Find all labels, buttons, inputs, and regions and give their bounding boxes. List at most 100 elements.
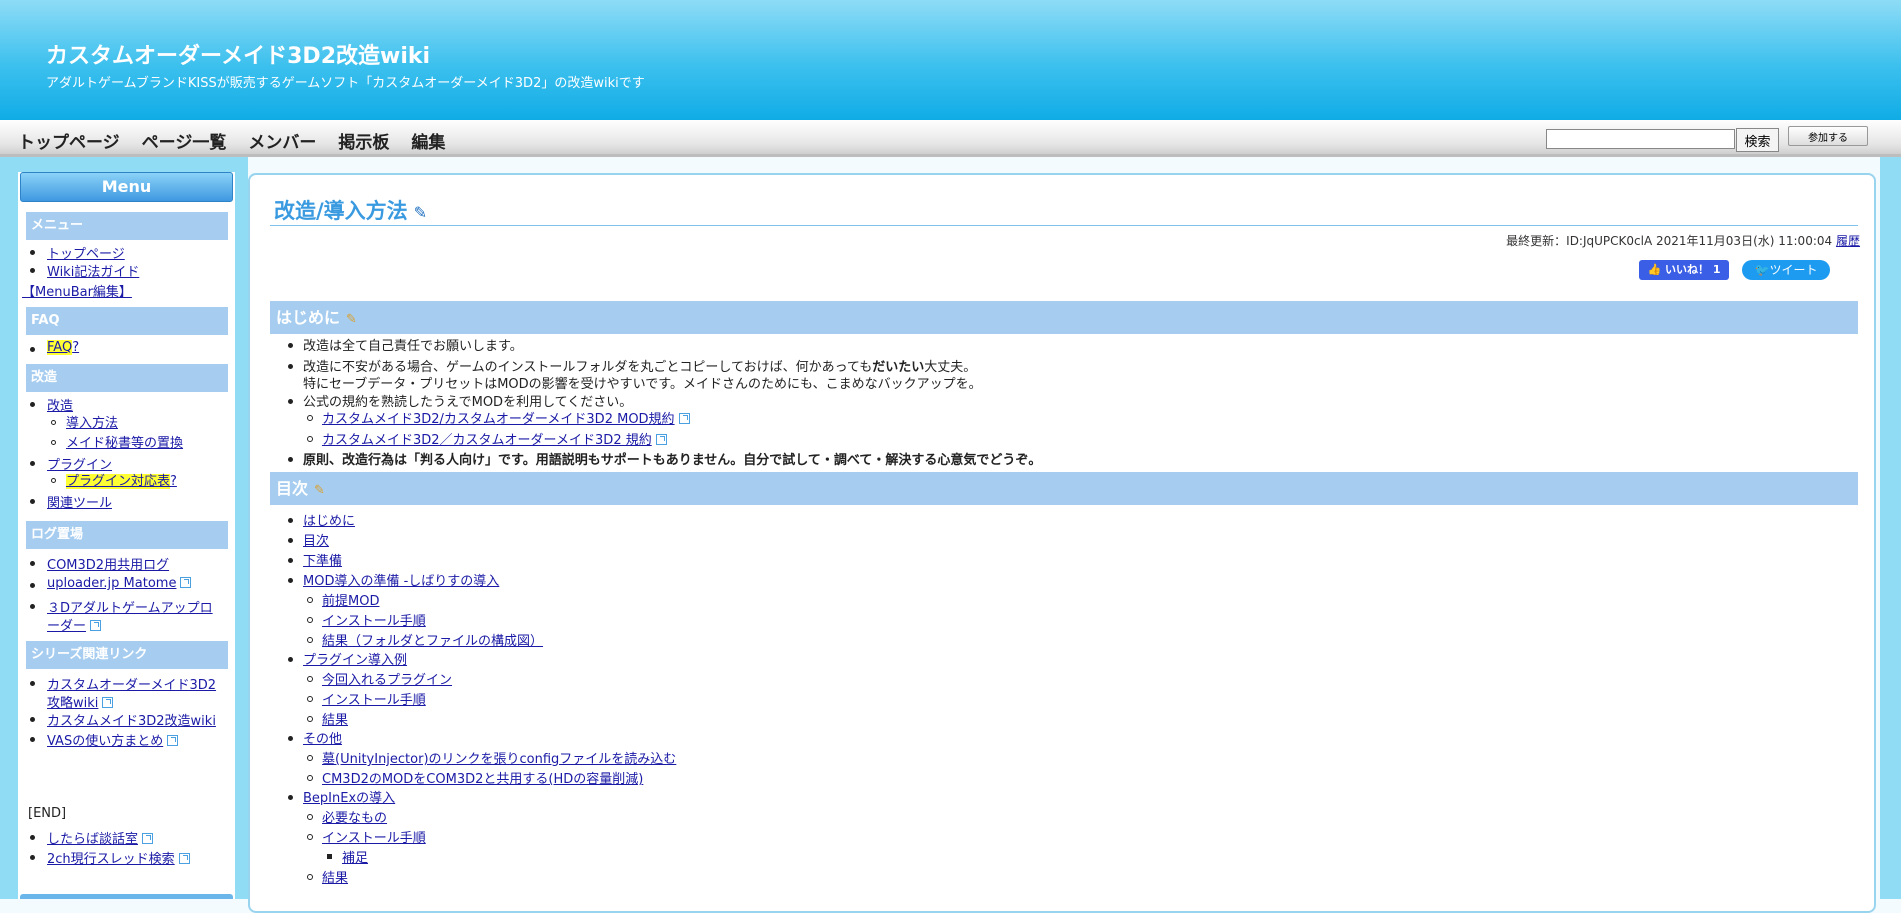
sidebar-link-com3d2-guide[interactable]: カスタムオーダーメイド3D2 bbox=[47, 674, 216, 693]
site-description: アダルトゲームブランドKISSが販売するゲームソフト「カスタムオーダーメイド3D… bbox=[46, 76, 645, 91]
circle-bullet bbox=[307, 696, 313, 702]
sidebar-link-plugin-table[interactable]: プラグイン対応表? bbox=[66, 470, 177, 489]
circle-bullet bbox=[307, 834, 313, 840]
square-bullet bbox=[327, 854, 332, 859]
sidebar-link-2ch-search[interactable]: 2ch現行スレッド検索 bbox=[47, 848, 190, 867]
external-link-icon bbox=[102, 697, 114, 708]
sidebar-heading-mod: 改造 bbox=[26, 364, 228, 392]
bullet bbox=[288, 538, 293, 543]
bird-icon: 🐦 bbox=[1754, 263, 1770, 277]
intro-line-1: 改造は全て自己責任でお願いします。 bbox=[303, 339, 523, 354]
link-mod-terms[interactable]: カスタムメイド3D2/カスタムオーダーメイド3D2 MOD規約 bbox=[322, 408, 690, 427]
edit-pencil-icon[interactable]: ✎ bbox=[346, 303, 357, 336]
bullet bbox=[288, 657, 293, 662]
search-button[interactable]: 検索 bbox=[1736, 128, 1779, 152]
toc-item[interactable]: 目次 bbox=[303, 530, 329, 549]
nav-page-list[interactable]: ページ一覧 bbox=[142, 128, 227, 153]
toc-subsubitem[interactable]: 補足 bbox=[342, 847, 368, 866]
facebook-like-button[interactable]: 👍 いいね！ 1 bbox=[1639, 260, 1729, 280]
bullet bbox=[288, 795, 293, 800]
search-input[interactable] bbox=[1546, 129, 1735, 149]
sidebar-link-faq[interactable]: FAQ? bbox=[47, 340, 79, 355]
sidebar-link-wiki-guide[interactable]: Wiki記法ガイド bbox=[47, 261, 139, 280]
sidebar-link-uploader-matome[interactable]: uploader.jp Matome bbox=[47, 576, 192, 591]
sidebar-link-com3d2-log[interactable]: COM3D2用共用ログ bbox=[47, 554, 169, 573]
circle-bullet bbox=[51, 420, 56, 425]
sidebar-link-tools[interactable]: 関連ツール bbox=[47, 492, 112, 511]
bullet bbox=[288, 399, 293, 404]
bullet bbox=[30, 347, 35, 352]
circle-bullet bbox=[307, 637, 313, 643]
sidebar-link-install-method[interactable]: 導入方法 bbox=[66, 412, 118, 431]
sidebar-link-top-page[interactable]: トップページ bbox=[47, 243, 125, 262]
bullet bbox=[30, 583, 35, 588]
toc-item[interactable]: その他 bbox=[303, 728, 342, 747]
join-button[interactable]: 参加する bbox=[1788, 126, 1868, 146]
toc-item[interactable]: プラグイン導入例 bbox=[303, 649, 407, 668]
sidebar-link-menubar-edit[interactable]: 【MenuBar編集】 bbox=[22, 281, 132, 300]
bullet bbox=[30, 681, 35, 686]
toc-subitem[interactable]: 必要なもの bbox=[322, 807, 387, 826]
sidebar-heading-logs: ログ置場 bbox=[26, 521, 228, 549]
bullet bbox=[288, 518, 293, 523]
circle-bullet bbox=[307, 716, 313, 722]
toc-subitem[interactable]: 結果 bbox=[322, 709, 348, 728]
toc-item[interactable]: はじめに bbox=[303, 510, 355, 529]
nav-edit[interactable]: 編集 bbox=[411, 128, 445, 153]
bullet bbox=[288, 457, 293, 462]
sidebar-heading-menu: メニュー bbox=[26, 212, 228, 240]
title-divider bbox=[270, 225, 1858, 226]
site-header: カスタムオーダーメイド3D2改造wiki アダルトゲームブランドKISSが販売す… bbox=[0, 0, 1901, 120]
nav-top-page[interactable]: トップページ bbox=[18, 128, 120, 153]
section-heading-toc: 目次 ✎ bbox=[270, 472, 1858, 505]
sidebar-link-com3d2-guide-cont[interactable]: 攻略wiki bbox=[47, 692, 114, 711]
sidebar-link-shitaraba[interactable]: したらば談話室 bbox=[47, 828, 154, 847]
bullet bbox=[30, 604, 35, 609]
tweet-button[interactable]: 🐦ツイート bbox=[1742, 260, 1830, 280]
toc-item[interactable]: BepInExの導入 bbox=[303, 787, 395, 806]
circle-bullet bbox=[51, 478, 56, 483]
history-link[interactable]: 履歴 bbox=[1836, 234, 1860, 248]
toc-subitem[interactable]: 今回入れるプラグイン bbox=[322, 669, 452, 688]
toc-subitem[interactable]: CM3D2のMODをCOM3D2と共用する(HDの容量削減) bbox=[322, 768, 643, 787]
sidebar-end-label: [END] bbox=[28, 806, 67, 821]
site-title[interactable]: カスタムオーダーメイド3D2改造wiki bbox=[46, 38, 430, 70]
external-link-icon bbox=[90, 620, 102, 631]
toc-subitem[interactable]: インストール手順 bbox=[322, 689, 426, 708]
external-link-icon bbox=[678, 413, 690, 424]
bullet bbox=[30, 461, 35, 466]
sidebar-link-3d-uploader-cont[interactable]: ーダー bbox=[47, 615, 102, 634]
toc-item[interactable]: MOD導入の準備 -しばりすの導入 bbox=[303, 570, 499, 589]
toc-subitem[interactable]: インストール手順 bbox=[322, 610, 426, 629]
edit-pencil-icon[interactable]: ✎ bbox=[414, 203, 427, 222]
toc-item[interactable]: 下準備 bbox=[303, 550, 342, 569]
sidebar-link-vas-guide[interactable]: VASの使い方まとめ bbox=[47, 730, 179, 749]
toc-subitem[interactable]: 結果（フォルダとファイルの構成図） bbox=[322, 630, 543, 649]
bullet bbox=[288, 736, 293, 741]
toc-subitem[interactable]: 墓(UnityInjector)のリンクを張りconfigファイルを読み込む bbox=[322, 748, 676, 767]
bullet bbox=[30, 855, 35, 860]
toc-subitem[interactable]: 結果 bbox=[322, 867, 348, 886]
toc-subitem[interactable]: 前提MOD bbox=[322, 590, 379, 609]
last-update: 最終更新：ID:JqUPCK0clA 2021年11月03日(水) 11:00:… bbox=[1506, 234, 1860, 248]
edit-pencil-icon[interactable]: ✎ bbox=[314, 474, 325, 507]
sidebar-link-cm3d2-mod-wiki[interactable]: カスタムメイド3D2改造wiki bbox=[47, 710, 216, 729]
intro-line-4: 原則、改造行為は「判る人向け」です。用語説明もサポートもありません。自分で試して… bbox=[303, 453, 1042, 468]
sidebar-link-maid-replace[interactable]: メイド秘書等の置換 bbox=[66, 432, 183, 451]
toc-subitem[interactable]: インストール手順 bbox=[322, 827, 426, 846]
sidebar-heading-series-links: シリーズ関連リンク bbox=[26, 641, 228, 669]
external-link-icon bbox=[178, 853, 190, 864]
circle-bullet bbox=[51, 440, 56, 445]
circle-bullet bbox=[307, 617, 313, 623]
sidebar-link-3d-uploader[interactable]: ３Dアダルトゲームアップロ bbox=[47, 597, 213, 616]
sidebar-menu-title: Menu bbox=[20, 172, 233, 202]
link-terms[interactable]: カスタムメイド3D2／カスタムオーダーメイド3D2 規約 bbox=[322, 429, 667, 448]
nav-links: トップページ ページ一覧 メンバー 掲示板 編集 bbox=[18, 128, 445, 153]
nav-members[interactable]: メンバー bbox=[248, 128, 316, 153]
external-link-icon bbox=[142, 833, 154, 844]
circle-bullet bbox=[307, 874, 313, 880]
nav-board[interactable]: 掲示板 bbox=[338, 128, 389, 153]
main-content: 改造/導入方法 ✎ 最終更新：ID:JqUPCK0clA 2021年11月03日(… bbox=[248, 173, 1876, 913]
external-link-icon bbox=[167, 735, 179, 746]
bullet bbox=[288, 364, 293, 369]
